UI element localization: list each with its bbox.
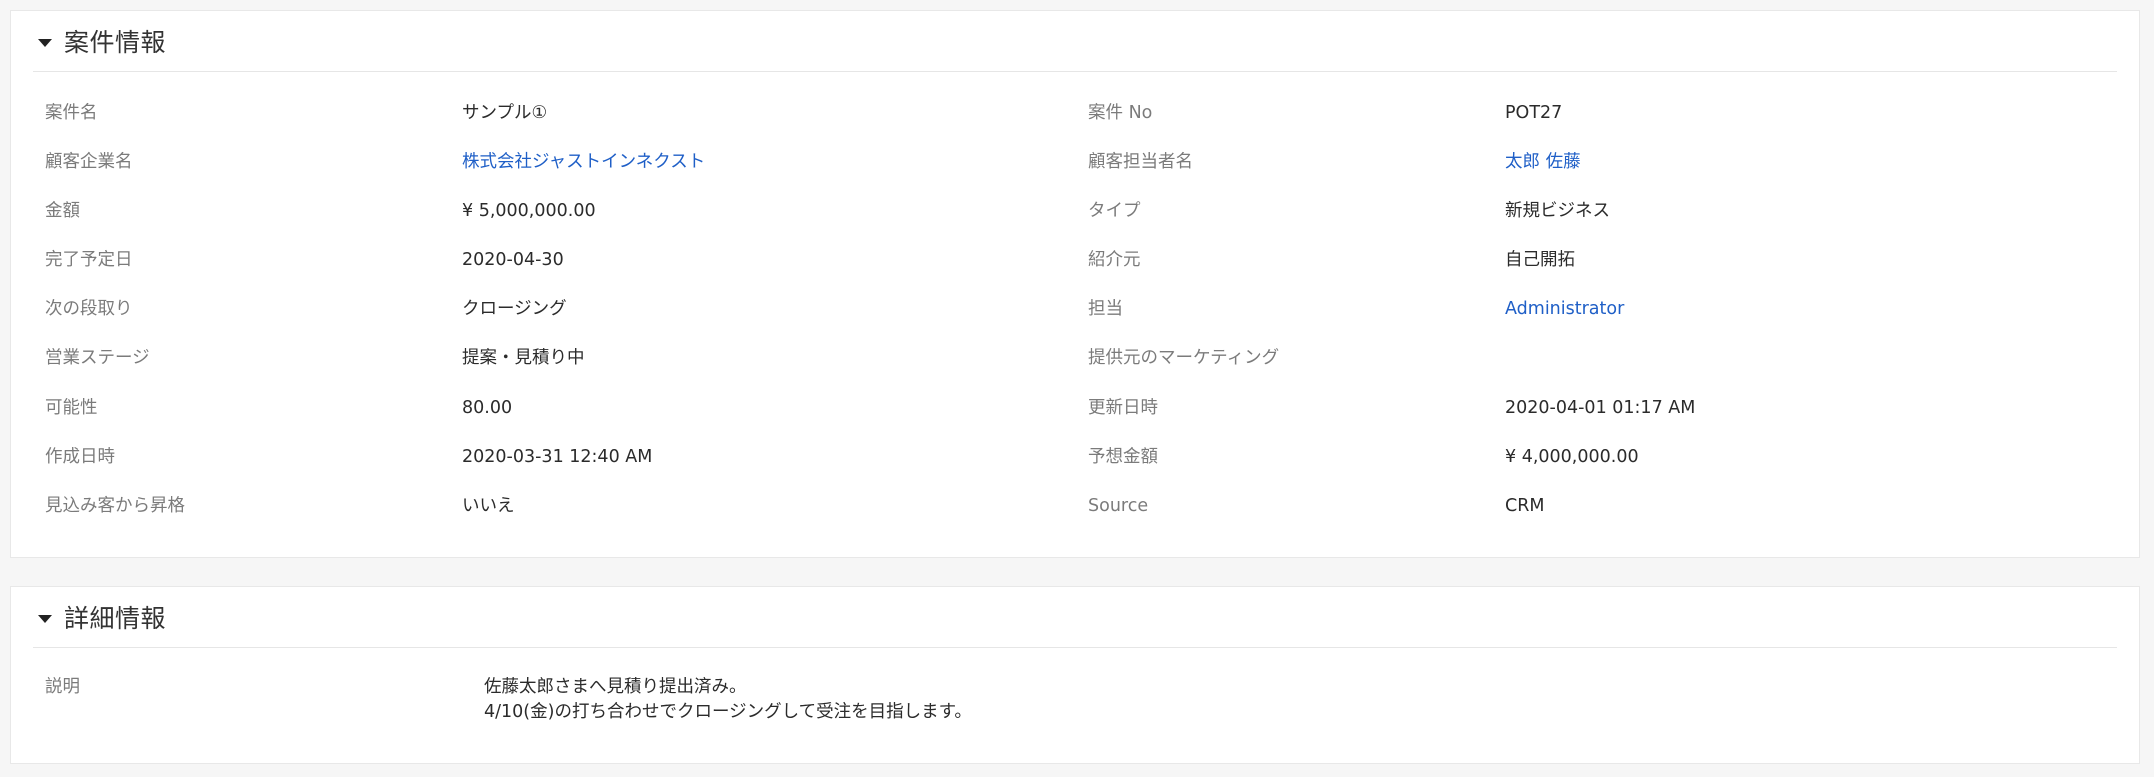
created-time-label: 作成日時 bbox=[45, 447, 115, 467]
amount-value: ¥ 5,000,000.00 bbox=[462, 201, 596, 221]
sales-stage-value: 提案・見積り中 bbox=[462, 348, 585, 368]
description-label: 説明 bbox=[45, 677, 80, 697]
converted-from-lead-label: 見込み客から昇格 bbox=[45, 496, 185, 516]
sales-stage-label: 営業ステージ bbox=[45, 348, 150, 368]
modified-time-label: 更新日時 bbox=[1088, 398, 1158, 418]
type-label: タイプ bbox=[1088, 201, 1141, 221]
created-time-value: 2020-03-31 12:40 AM bbox=[462, 447, 653, 467]
probability-value: 80.00 bbox=[462, 398, 513, 418]
source-label: Source bbox=[1088, 496, 1149, 516]
detail-info-panel: 詳細情報 説明 佐藤太郎さまへ見積り提出済み。 4/10(金)の打ち合わせでクロ… bbox=[10, 586, 2140, 764]
section-title: 詳細情報 bbox=[64, 604, 167, 633]
lead-source-label: 紹介元 bbox=[1088, 250, 1141, 270]
description-line: 4/10(金)の打ち合わせでクロージングして受注を目指します。 bbox=[484, 702, 972, 722]
opportunity-name-label: 案件名 bbox=[45, 103, 98, 123]
next-step-value: クロージング bbox=[462, 299, 567, 319]
section-title: 案件情報 bbox=[64, 28, 167, 57]
description-value: 佐藤太郎さまへ見積り提出済み。 4/10(金)の打ち合わせでクロージングして受注… bbox=[484, 675, 972, 725]
assigned-to-label: 担当 bbox=[1088, 299, 1123, 319]
opportunity-info-panel: 案件情報 案件名 サンプル① 案件 No POT27 顧客企業名 株式会社ジャス… bbox=[10, 10, 2140, 558]
converted-from-lead-value: いいえ bbox=[462, 496, 515, 516]
amount-label: 金額 bbox=[45, 201, 80, 221]
assigned-to-link[interactable]: Administrator bbox=[1505, 297, 1624, 321]
campaign-source-label: 提供元のマーケティング bbox=[1088, 348, 1280, 368]
detail-info-header[interactable]: 詳細情報 bbox=[33, 587, 2117, 648]
probability-label: 可能性 bbox=[45, 398, 98, 418]
opportunity-name-value: サンプル① bbox=[462, 103, 548, 123]
expected-close-date-value: 2020-04-30 bbox=[462, 250, 564, 270]
opportunity-info-header[interactable]: 案件情報 bbox=[33, 11, 2117, 72]
opportunity-no-label: 案件 No bbox=[1088, 103, 1153, 123]
contact-name-link[interactable]: 太郎 佐藤 bbox=[1505, 150, 1581, 174]
next-step-label: 次の段取り bbox=[45, 299, 133, 319]
modified-time-value: 2020-04-01 01:17 AM bbox=[1505, 398, 1696, 418]
lead-source-value: 自己開拓 bbox=[1505, 250, 1575, 270]
forecast-amount-value: ¥ 4,000,000.00 bbox=[1505, 447, 1639, 467]
type-value: 新規ビジネス bbox=[1505, 201, 1610, 221]
account-name-link[interactable]: 株式会社ジャストインネクスト bbox=[462, 150, 705, 174]
description-line: 佐藤太郎さまへ見積り提出済み。 bbox=[484, 677, 747, 697]
expected-close-date-label: 完了予定日 bbox=[45, 250, 133, 270]
caret-down-icon[interactable] bbox=[38, 615, 52, 623]
contact-name-label: 顧客担当者名 bbox=[1088, 152, 1193, 172]
caret-down-icon[interactable] bbox=[38, 39, 52, 47]
account-name-label: 顧客企業名 bbox=[45, 152, 133, 172]
source-value: CRM bbox=[1505, 496, 1545, 516]
forecast-amount-label: 予想金額 bbox=[1088, 447, 1158, 467]
opportunity-no-value: POT27 bbox=[1505, 103, 1563, 123]
